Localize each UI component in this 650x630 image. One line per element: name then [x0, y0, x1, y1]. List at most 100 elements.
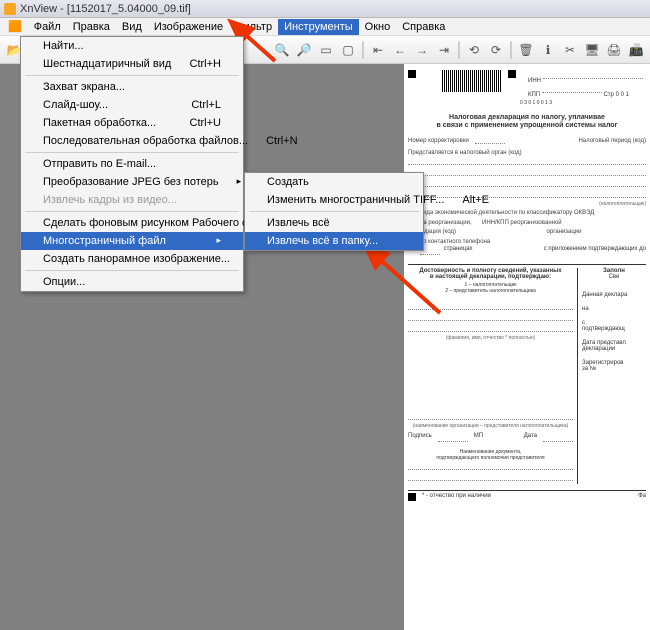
doc-l6: Номер контактного телефона: [408, 239, 646, 245]
barcode-number: 0 3 0 1 0 0 1 3: [426, 100, 646, 106]
menu-help[interactable]: Справка: [396, 19, 451, 35]
document-preview: ИНН КПП Стр 0 0 1 0 3 0 1 0 0 1 3 Налого…: [404, 64, 650, 630]
doc-l7c: с приложением подтверждающих до: [544, 246, 646, 258]
doc-l4: Код вида экономической деятельности по к…: [408, 210, 646, 216]
tb-clip-icon[interactable]: ✂: [560, 40, 580, 60]
doc-l5c: ИНН/КПП реорганизованной: [482, 220, 646, 226]
tb-back-icon[interactable]: ←: [390, 40, 410, 60]
menu-item-shortcut: Alt+E: [462, 194, 489, 206]
tools-item-0[interactable]: Найти...: [21, 37, 243, 55]
doc-str-label: Стр: [603, 92, 613, 98]
menu-item-shortcut: Ctrl+L: [191, 99, 221, 111]
doc-colR2: Све: [582, 274, 646, 280]
tb-fit-icon[interactable]: ▭: [316, 40, 336, 60]
tools-item-3[interactable]: Захват экрана...: [21, 78, 243, 96]
multipage-submenu: СоздатьИзменить многостраничный TIFF...A…: [244, 172, 424, 251]
tools-item-8[interactable]: Отправить по E-mail...: [21, 155, 243, 173]
doc-sign: Подпись: [408, 433, 432, 445]
multipage-item-0[interactable]: Создать: [245, 173, 423, 191]
multipage-item-1[interactable]: Изменить многостраничный TIFF...Alt+E: [245, 191, 423, 209]
doc-title-2: в связи с применением упрощенной системы…: [408, 122, 646, 130]
tools-item-13[interactable]: Многостраничный файл: [21, 232, 243, 250]
menu-item-label: Последовательная обработка файлов...: [43, 135, 248, 147]
doc-org: (наименование организации – представител…: [408, 423, 573, 429]
menu-item-label: Найти...: [43, 40, 84, 52]
doc-mp: МП: [474, 433, 483, 445]
tools-item-14[interactable]: Создать панорамное изображение...: [21, 250, 243, 268]
menu-item-label: Сделать фоновым рисунком Рабочего стола: [43, 217, 271, 229]
tools-dropdown: Найти... Шестнадцатиричный вид Ctrl+H Захва…: [20, 36, 244, 292]
doc-sectA2: в настоящей декларации, подтверждаю:: [408, 274, 573, 280]
tb-rotate-l-icon[interactable]: ⟲: [464, 40, 484, 60]
tb-1to1-icon[interactable]: ▢: [338, 40, 358, 60]
tools-item-4[interactable]: Слайд-шоу... Ctrl+L: [21, 96, 243, 114]
doc-l5d: организации: [482, 229, 646, 235]
tools-item-5[interactable]: Пакетная обработка... Ctrl+U: [21, 114, 243, 132]
menu-tools[interactable]: Инструменты: [278, 19, 359, 35]
tb-zoomin-icon[interactable]: 🔍: [272, 40, 292, 60]
tools-item-9[interactable]: Преобразование JPEG без потерь: [21, 173, 243, 191]
menu-item-shortcut: Ctrl+U: [190, 117, 221, 129]
doc-colR4: на: [582, 306, 646, 312]
tb-fwd-icon[interactable]: →: [412, 40, 432, 60]
menu-item-label: Преобразование JPEG без потерь: [43, 176, 219, 188]
tb-info-icon[interactable]: ℹ: [538, 40, 558, 60]
menubar: 🟧 Файл Правка Вид Изображение Фильтр Инс…: [0, 18, 650, 36]
doc-l1: Номер корректировки: [408, 138, 469, 146]
menu-item-label: Извлечь кадры из видео...: [43, 194, 177, 206]
barcode: [442, 70, 502, 92]
tools-item-16[interactable]: Опции...: [21, 273, 243, 291]
tools-item-6[interactable]: Последовательная обработка файлов...Ctrl…: [21, 132, 243, 150]
menu-image[interactable]: Изображение: [148, 19, 229, 35]
tb-rotate-r-icon[interactable]: ⟳: [486, 40, 506, 60]
doc-docname2: подтверждающего полномочия представителя: [408, 455, 573, 461]
menu-edit[interactable]: Правка: [67, 19, 116, 35]
menu-item-label: Отправить по E-mail...: [43, 158, 156, 170]
tb-sep: [458, 41, 460, 59]
menu-item-label: Шестнадцатиричный вид: [43, 58, 171, 70]
multipage-item-4[interactable]: Извлечь всё в папку...: [245, 232, 423, 250]
menu-file[interactable]: Файл: [28, 19, 67, 35]
tb-sep: [510, 41, 512, 59]
tools-item-1[interactable]: Шестнадцатиричный вид Ctrl+H: [21, 55, 243, 73]
menu-item-label: Пакетная обработка...: [43, 117, 156, 129]
menu-view[interactable]: Вид: [116, 19, 148, 35]
app-icon: [4, 3, 16, 15]
tb-zoomout-icon[interactable]: 🔎: [294, 40, 314, 60]
multipage-item-3[interactable]: Извлечь всё: [245, 214, 423, 232]
menu-separator: [25, 75, 239, 76]
menu-item-label: Извлечь всё: [267, 217, 330, 229]
app-menu-icon[interactable]: 🟧: [2, 18, 28, 35]
menu-item-label: Захват экрана...: [43, 81, 125, 93]
tb-trash-icon[interactable]: 🗑: [516, 40, 536, 60]
menu-separator: [249, 211, 419, 212]
doc-date: Дата: [524, 433, 537, 445]
doc-kpp-label: КПП: [528, 92, 540, 98]
tb-last-icon[interactable]: ⇥: [434, 40, 454, 60]
tools-item-12[interactable]: Сделать фоновым рисунком Рабочего стола: [21, 214, 243, 232]
menu-window[interactable]: Окно: [359, 19, 397, 35]
menu-item-shortcut: Ctrl+N: [266, 135, 297, 147]
tb-scan-icon[interactable]: 📠: [626, 40, 646, 60]
doc-l2: Представляется в налоговый орган (код): [408, 150, 646, 156]
doc-foot: * - отчество при наличии: [422, 493, 491, 501]
menu-item-shortcut: Ctrl+H: [190, 58, 221, 70]
tb-screen-icon[interactable]: 🖥: [582, 40, 602, 60]
window-title: XnView - [1152017_5.04000_09.tif]: [20, 3, 191, 15]
doc-colR3: Данная деклара: [582, 292, 646, 298]
menu-filter[interactable]: Фильтр: [229, 19, 278, 35]
menu-item-label: Создать панорамное изображение...: [43, 253, 230, 265]
doc-sectA4: 2 – представитель налогоплательщика: [408, 288, 573, 294]
tb-print-icon[interactable]: 🖨: [604, 40, 624, 60]
doc-colR8: декларации: [582, 346, 646, 352]
tb-first-icon[interactable]: ⇤: [368, 40, 388, 60]
menu-separator: [25, 211, 239, 212]
doc-sectA: Достоверность и полноту сведений, указан…: [408, 268, 573, 274]
doc-footR: Фа: [638, 493, 646, 501]
menu-item-label: Извлечь всё в папку...: [267, 235, 378, 247]
tools-item-10: Извлечь кадры из видео...: [21, 191, 243, 209]
menu-separator: [25, 152, 239, 153]
titlebar: XnView - [1152017_5.04000_09.tif]: [0, 0, 650, 18]
menu-item-label: Слайд-шоу...: [43, 99, 108, 111]
doc-colR6: подтверждающ: [582, 326, 646, 332]
